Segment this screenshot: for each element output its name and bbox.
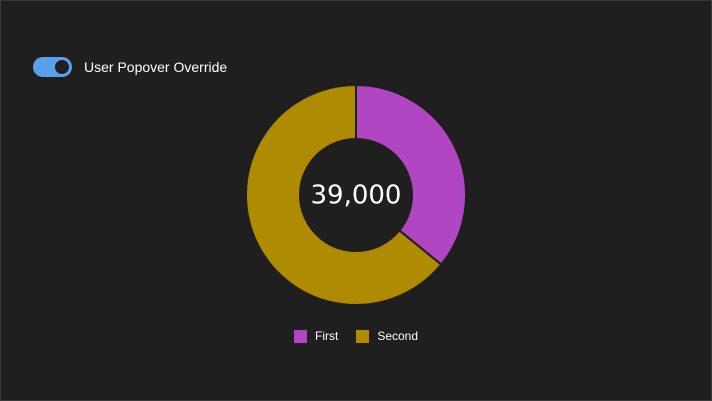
legend-item-second[interactable]: Second [356,329,418,343]
legend-label-second: Second [377,329,419,343]
legend-item-first[interactable]: First [293,329,339,343]
donut-center-value: 39,000 [311,181,402,211]
chart-legend: First Second [0,329,712,343]
legend-swatch-second [356,329,370,343]
legend-swatch-first [293,329,307,343]
legend-label-first: First [314,329,339,343]
donut-slice-first[interactable] [355,83,467,266]
